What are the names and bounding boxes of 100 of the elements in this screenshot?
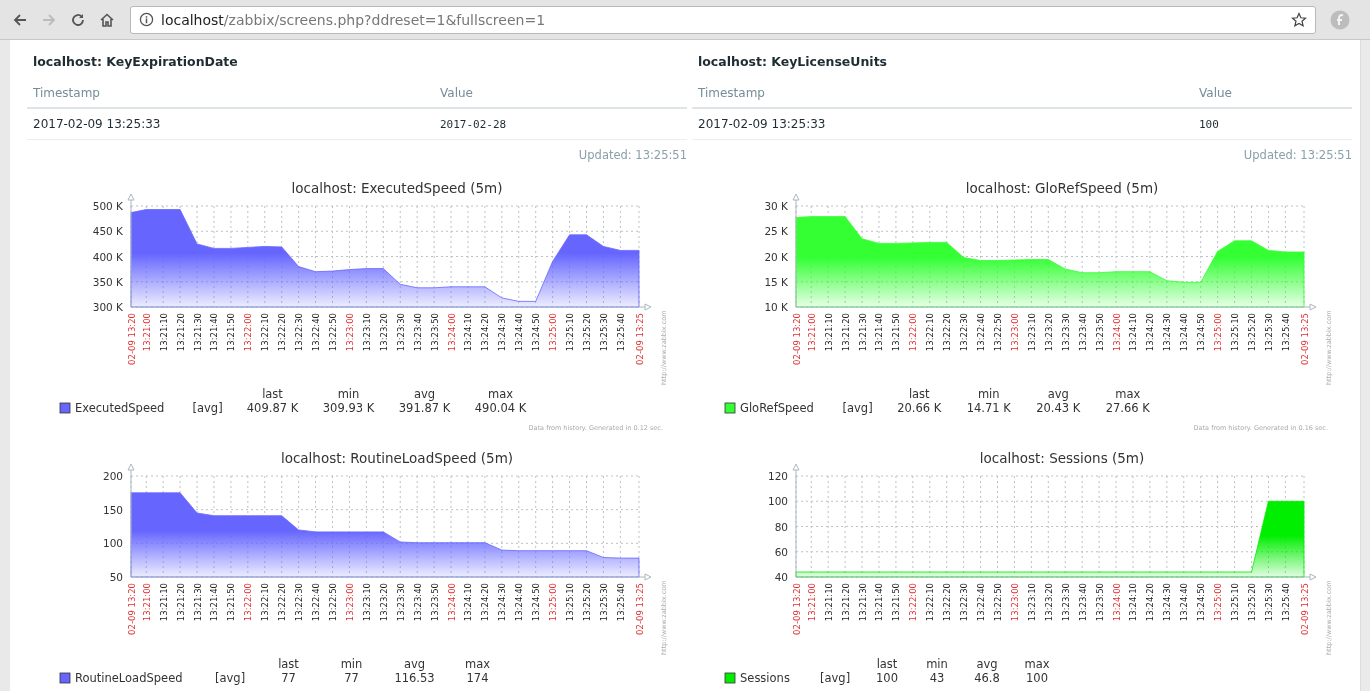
- x-tick-label: 13:21:10: [823, 583, 834, 622]
- x-tick-label: 13:23:00: [344, 313, 355, 352]
- x-tick-label: 13:23:30: [395, 313, 406, 352]
- x-tick-label: 13:24:00: [1111, 583, 1122, 622]
- y-tick-label: 25 K: [764, 225, 788, 238]
- x-tick-label: 02-09 13:20: [126, 313, 137, 365]
- x-tick-label: 13:21:30: [192, 313, 203, 352]
- legend-header: max: [464, 657, 491, 671]
- legend-header: max: [487, 387, 514, 401]
- x-tick-label: 13:22:20: [942, 583, 953, 622]
- legend-header: min: [977, 387, 1000, 401]
- y-tick-label: 120: [767, 470, 788, 482]
- column-header: Value: [1193, 78, 1352, 108]
- bookmark-star-icon[interactable]: [1291, 11, 1307, 28]
- x-tick-label: 13:24:50: [531, 583, 542, 622]
- x-tick-label: 13:21:10: [823, 313, 834, 352]
- x-tick-label: 13:21:30: [192, 583, 203, 622]
- x-tick-label: 13:22:40: [976, 313, 987, 352]
- legend-header: last: [262, 387, 283, 401]
- x-tick-label: 13:25:20: [1247, 583, 1257, 622]
- x-tick-label: 13:23:10: [1026, 313, 1037, 352]
- x-tick-label: 13:25:10: [565, 313, 576, 352]
- x-tick-label: 13:25:10: [565, 583, 576, 622]
- x-tick-label: 13:25:20: [582, 583, 592, 622]
- chart-title: localhost: Sessions (5m): [979, 450, 1145, 466]
- x-tick-label: 13:22:20: [277, 313, 288, 352]
- home-icon[interactable]: [99, 11, 115, 28]
- legend-header: avg: [976, 657, 998, 671]
- info-icon[interactable]: [139, 12, 154, 27]
- x-tick-label: 13:25:40: [615, 583, 626, 622]
- x-tick-label: 13:23:40: [1077, 583, 1088, 622]
- x-tick-label: 13:21:00: [141, 583, 152, 622]
- x-tick-label: 13:22:50: [328, 313, 338, 352]
- x-tick-label: 13:24:10: [463, 583, 474, 622]
- y-tick-label: 450 K: [92, 225, 123, 238]
- x-tick-label: 13:25:00: [1213, 313, 1224, 352]
- column-header: Timestamp: [27, 78, 434, 108]
- x-tick-label: 13:21:40: [209, 313, 220, 352]
- y-tick-label: 350 K: [92, 275, 123, 288]
- x-tick-label: 13:23:50: [1094, 313, 1105, 352]
- legend-function: [avg]: [215, 671, 246, 685]
- x-tick-label: 13:23:30: [1060, 583, 1071, 622]
- x-tick-label: 13:21:50: [891, 583, 902, 622]
- x-tick-label: 13:22:20: [277, 583, 288, 622]
- x-tick-label: 13:22:00: [243, 583, 254, 622]
- chart-title: localhost: RoutineLoadSpeed (5m): [280, 450, 514, 466]
- x-tick-label: 02-09 13:25: [634, 583, 645, 635]
- x-tick-label: 13:25:30: [1263, 313, 1274, 352]
- x-tick-label: 13:24:00: [1111, 313, 1122, 352]
- legend-name: RoutineLoadSpeed: [75, 671, 183, 685]
- x-tick-label: 13:23:20: [378, 313, 389, 352]
- legend-header: max: [1024, 657, 1050, 671]
- legend-value: 14.71 K: [966, 401, 1011, 415]
- x-tick-label: 13:22:00: [908, 583, 919, 622]
- x-tick-label: 13:22:30: [959, 583, 970, 622]
- x-tick-label: 13:24:50: [531, 313, 542, 352]
- legend-value: 27.66 K: [1105, 401, 1150, 415]
- x-tick-label: 13:24:00: [446, 313, 457, 352]
- url-text: localhost/zabbix/screens.php?ddreset=1&fullscreen=1: [161, 11, 547, 28]
- x-tick-label: 13:24:20: [480, 313, 491, 352]
- legend-header: last: [876, 657, 898, 671]
- x-tick-label: 13:21:00: [806, 583, 817, 622]
- x-tick-label: 13:22:30: [959, 313, 970, 352]
- legend-value: 77: [281, 671, 296, 685]
- y-tick-label: 300 K: [92, 301, 123, 313]
- x-tick-label: 13:23:20: [378, 583, 389, 622]
- chart-title: localhost: ExecutedSpeed (5m): [291, 180, 503, 196]
- x-tick-label: 13:25:00: [548, 583, 559, 622]
- x-tick-label: 13:23:10: [361, 313, 372, 352]
- x-tick-label: 13:24:10: [1128, 313, 1139, 352]
- legend-value: 77: [344, 671, 359, 685]
- x-tick-label: 13:24:50: [1196, 313, 1207, 352]
- reload-icon[interactable]: [70, 11, 86, 28]
- legend-header: max: [1115, 387, 1141, 401]
- x-tick-label: 13:21:20: [840, 583, 851, 622]
- address-bar[interactable]: localhost/zabbix/screens.php?ddreset=1&fullscreen=1: [130, 5, 1316, 34]
- legend-value: 116.53: [394, 671, 435, 685]
- x-tick-label: 13:23:00: [1009, 313, 1020, 352]
- x-tick-label: 13:23:50: [1094, 583, 1105, 622]
- updated-time: Updated: 13:25:51: [578, 148, 687, 162]
- panel-title: localhost: KeyLicenseUnits: [697, 53, 889, 71]
- x-tick-label: 13:21:30: [857, 583, 868, 622]
- legend-header: last: [908, 387, 930, 401]
- legend-value: 391.87 K: [398, 401, 451, 415]
- x-tick-label: 13:23:10: [361, 583, 372, 622]
- x-tick-label: 13:24:30: [1162, 583, 1173, 622]
- y-tick-label: 500 K: [92, 200, 123, 212]
- x-tick-label: 13:21:50: [226, 313, 237, 352]
- x-tick-label: 13:24:40: [514, 583, 525, 622]
- x-tick-label: 13:22:10: [260, 583, 271, 622]
- legend-value: 20.66 K: [897, 401, 942, 415]
- x-tick-label: 02-09 13:25: [634, 313, 645, 365]
- back-arrow-icon[interactable]: [12, 11, 28, 28]
- x-tick-label: 13:23:50: [429, 313, 440, 352]
- legend-header: min: [926, 657, 948, 671]
- y-tick-label: 400 K: [92, 250, 123, 263]
- x-tick-label: 13:23:20: [1043, 583, 1054, 622]
- x-tick-label: 13:21:10: [158, 313, 169, 352]
- x-tick-label: 13:25:30: [598, 313, 609, 352]
- legend-header: min: [340, 657, 363, 671]
